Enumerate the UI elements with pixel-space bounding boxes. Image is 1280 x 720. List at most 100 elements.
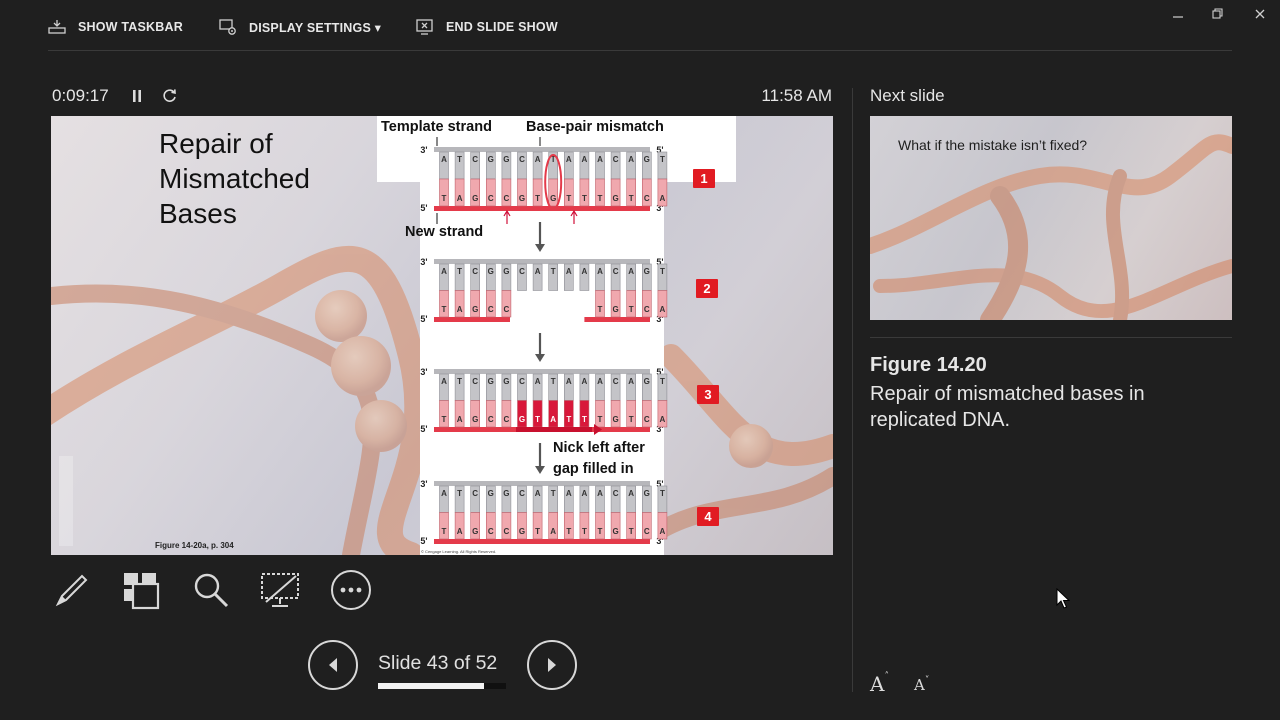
prime-label: 5' <box>420 203 427 213</box>
next-slide-title: What if the mistake isn’t fixed? <box>898 137 1088 153</box>
restore-button[interactable] <box>1203 4 1233 24</box>
cut-site-arrow <box>503 209 511 224</box>
new-strand-base-letter: G <box>612 305 618 314</box>
increase-font-caret: ˄ <box>884 672 889 682</box>
new-strand-base-letter: C <box>488 194 494 203</box>
new-strand-base-letter: C <box>644 527 650 536</box>
template-base-letter: G <box>644 377 650 386</box>
cut-site-arrow <box>570 209 578 224</box>
template-base-letter: G <box>503 377 509 386</box>
new-strand-backbone <box>434 206 650 211</box>
new-strand-base-letter: G <box>472 305 478 314</box>
template-base-letter: A <box>566 489 572 498</box>
template-base-letter: G <box>503 267 509 276</box>
show-taskbar-button[interactable]: SHOW TASKBAR <box>48 14 183 40</box>
template-backbone <box>434 259 650 264</box>
next-slide-preview[interactable]: What if the mistake isn’t fixed? <box>870 116 1232 320</box>
template-base-letter: G <box>503 155 509 164</box>
elapsed-timer: 0:09:17 <box>52 86 109 105</box>
notes-divider <box>870 337 1232 338</box>
previous-slide-button[interactable] <box>308 640 358 690</box>
step-arrow-head <box>535 354 545 362</box>
show-taskbar-label: SHOW TASKBAR <box>78 20 183 34</box>
new-strand-base-letter: T <box>598 194 603 203</box>
template-base-letter: T <box>660 267 665 276</box>
new-strand-base-letter: T <box>566 194 571 203</box>
previous-arrow-icon <box>329 658 337 672</box>
new-strand-base-letter: A <box>457 415 463 424</box>
pause-timer-button[interactable] <box>127 86 147 106</box>
template-base-letter: A <box>628 489 634 498</box>
prime-label: 5' <box>420 536 427 546</box>
template-base-letter: A <box>597 489 603 498</box>
more-options-button[interactable] <box>329 568 373 612</box>
new-strand-base-letter: C <box>504 194 510 203</box>
template-base-letter: T <box>660 155 665 164</box>
template-base-letter: G <box>644 267 650 276</box>
new-strand-base-letter: G <box>519 194 525 203</box>
next-arrow-icon <box>548 658 556 672</box>
pane-splitter[interactable] <box>852 88 853 692</box>
new-strand-base-letter: T <box>629 415 634 424</box>
new-strand-backbone <box>434 539 650 544</box>
prime-label: 3' <box>420 479 427 489</box>
new-strand-base-letter: T <box>629 305 634 314</box>
template-base-letter: A <box>535 489 541 498</box>
pen-tool-button[interactable] <box>50 568 94 612</box>
speaker-notes-title: Figure 14.20 <box>870 354 987 376</box>
minimize-button[interactable] <box>1163 4 1193 24</box>
template-base-letter: T <box>551 377 556 386</box>
display-settings-button[interactable]: DISPLAY SETTINGS ▾ <box>219 14 381 40</box>
new-strand-base-letter: T <box>598 305 603 314</box>
black-screen-button[interactable] <box>258 568 302 612</box>
new-strand-base-letter: G <box>612 415 618 424</box>
decrease-font-button[interactable]: A˅ <box>914 676 929 694</box>
see-all-slides-button[interactable] <box>119 568 163 612</box>
template-base-letter: A <box>535 377 541 386</box>
new-strand-base-letter: T <box>566 415 571 424</box>
new-strand-base-letter: C <box>504 415 510 424</box>
prime-label: 5' <box>420 314 427 324</box>
template-base-letter: C <box>613 267 619 276</box>
template-base-letter: A <box>582 377 588 386</box>
new-strand-base-letter: T <box>598 527 603 536</box>
new-strand-base-letter: T <box>629 527 634 536</box>
slide-counter[interactable]: Slide 43 of 52 <box>378 652 497 675</box>
template-base-letter: A <box>582 489 588 498</box>
template-base-letter: G <box>488 155 494 164</box>
close-window-button[interactable] <box>1245 4 1275 24</box>
new-strand-base-letter: T <box>442 415 447 424</box>
template-base-letter: A <box>582 155 588 164</box>
template-backbone <box>434 369 650 374</box>
new-strand-base-letter: A <box>457 194 463 203</box>
step-badge: 3 <box>697 385 719 404</box>
template-base-letter: C <box>519 377 525 386</box>
prime-label: 3' <box>420 145 427 155</box>
end-show-icon <box>416 19 434 35</box>
new-strand-base-letter: T <box>535 415 540 424</box>
restart-timer-button[interactable] <box>160 86 180 106</box>
template-base-letter: A <box>441 489 447 498</box>
next-slide-button[interactable] <box>527 640 577 690</box>
speaker-notes-body: Repair of mismatched bases in replicated… <box>870 383 1145 431</box>
end-slide-show-button[interactable]: END SLIDE SHOW <box>416 14 558 40</box>
template-base-letter: A <box>597 155 603 164</box>
magnifier-icon <box>194 573 229 608</box>
template-base-letter: A <box>582 267 588 276</box>
current-slide[interactable]: Repair of Mismatched Bases Template stra… <box>51 116 833 555</box>
toolbar-divider <box>48 50 1232 51</box>
new-strand-base-letter: A <box>457 527 463 536</box>
template-base-letter: A <box>628 267 634 276</box>
template-base-letter: C <box>613 489 619 498</box>
new-strand-base-letter: C <box>488 527 494 536</box>
new-strand-base-letter: A <box>660 305 666 314</box>
template-base-letter: T <box>551 267 556 276</box>
next-slide-label: Next slide <box>870 86 945 105</box>
zoom-button[interactable] <box>189 568 233 612</box>
template-base-letter: C <box>472 377 478 386</box>
new-strand-base-letter: G <box>472 415 478 424</box>
increase-font-button[interactable]: A˄ <box>870 672 889 696</box>
template-base-letter: C <box>519 489 525 498</box>
template-base-letter: T <box>457 267 462 276</box>
display-settings-label: DISPLAY SETTINGS ▾ <box>249 20 382 35</box>
